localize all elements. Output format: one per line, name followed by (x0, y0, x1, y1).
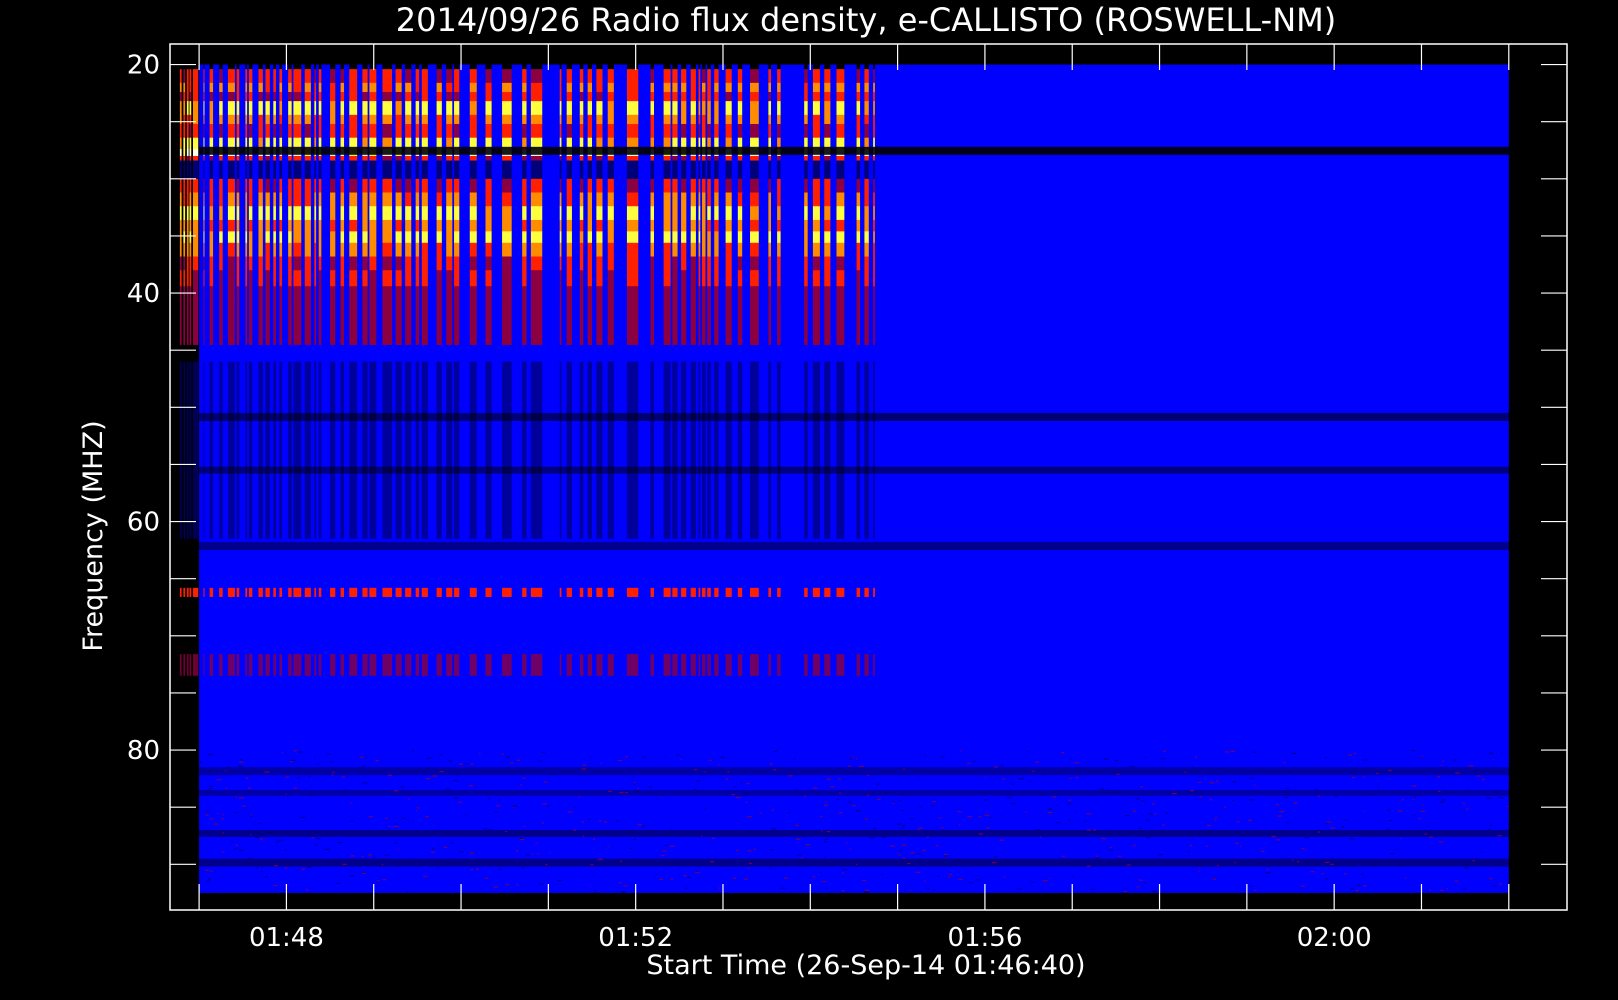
dark-band (199, 830, 1509, 837)
spectrogram-chart: 2014/09/26 Radio flux density, e-CALLIST… (0, 0, 1618, 1000)
dark-band (199, 767, 1509, 776)
dark-band (199, 858, 1509, 867)
y-tick-label: 20 (127, 51, 160, 81)
x-tick-label: 01:52 (598, 923, 673, 953)
dark-band (199, 542, 1509, 551)
y-tick-label: 40 (127, 279, 160, 309)
y-tick-label: 60 (127, 508, 160, 538)
chart-title: 2014/09/26 Radio flux density, e-CALLIST… (396, 1, 1336, 39)
x-tick-label: 02:00 (1297, 923, 1372, 953)
x-tick-label: 01:48 (249, 923, 324, 953)
y-tick-label: 80 (127, 736, 160, 766)
x-tick-label: 01:56 (947, 923, 1022, 953)
x-axis-label: Start Time (26-Sep-14 01:46:40) (646, 950, 1085, 981)
heatmap-image (179, 64, 1509, 893)
dark-band (199, 413, 1509, 422)
y-axis-label: Frequency (MHZ) (78, 420, 109, 651)
dark-band (199, 146, 1509, 155)
dark-band (199, 466, 1509, 474)
